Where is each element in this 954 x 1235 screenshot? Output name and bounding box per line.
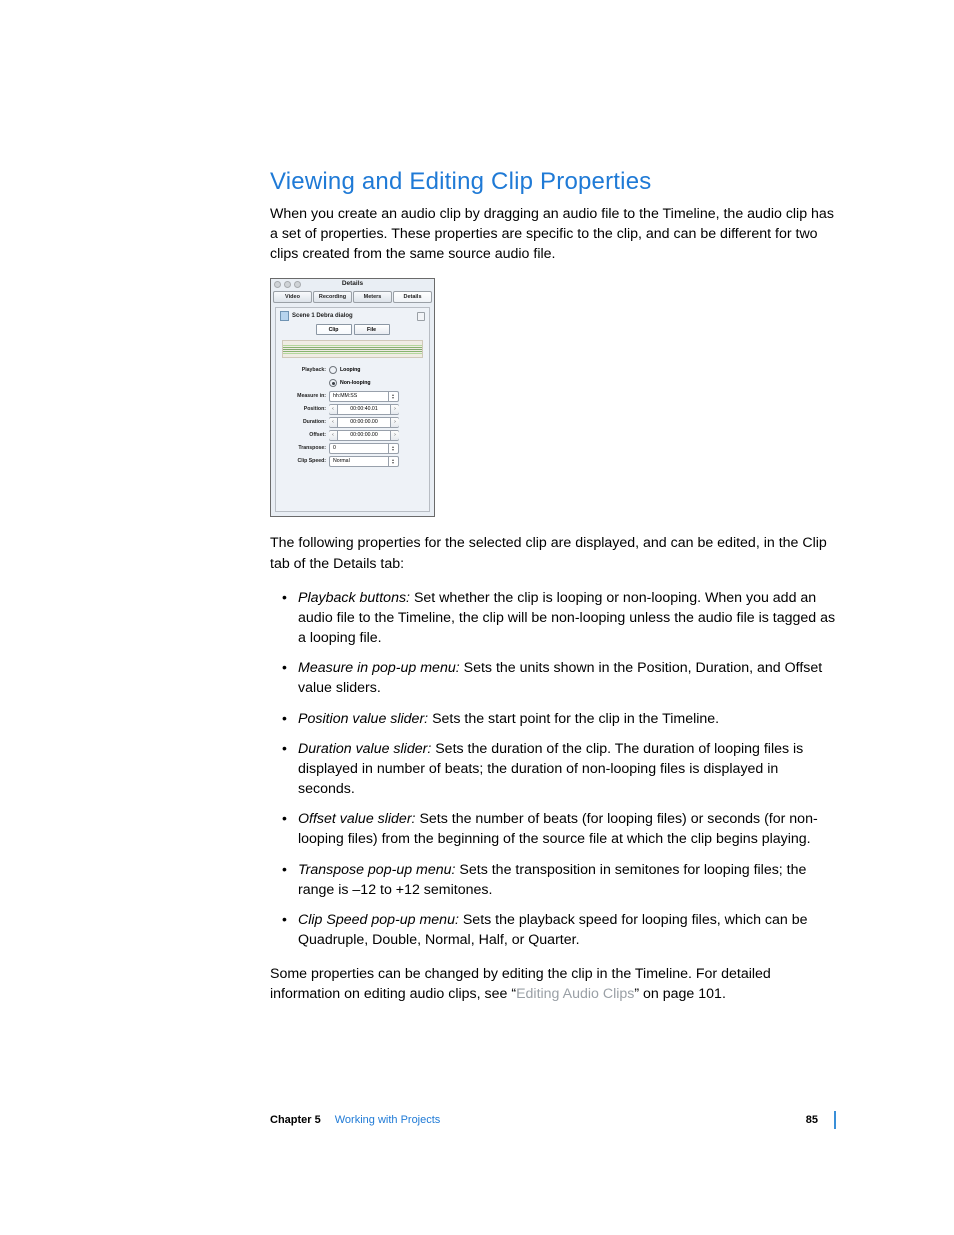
outro-paragraph: Some properties can be changed by editin… — [270, 964, 836, 1004]
label-clip-speed: Clip Speed: — [276, 458, 329, 464]
page-footer: Chapter 5 Working with Projects 85 — [270, 1111, 836, 1129]
list-item: Clip Speed pop-up menu: Sets the playbac… — [286, 910, 836, 950]
clip-name: Scene 1 Debra dialog — [280, 311, 353, 321]
waveform-preview — [282, 340, 423, 358]
top-tabs: Video Recording Meters Details — [273, 291, 432, 303]
lock-icon[interactable] — [417, 312, 425, 321]
label-playback: Playback: — [276, 367, 329, 373]
list-item: Offset value slider: Sets the number of … — [286, 809, 836, 849]
subtab-clip[interactable]: Clip — [316, 324, 352, 335]
footer-page-number: 85 — [806, 1114, 818, 1126]
offset-stepper[interactable]: 00:00:00.00 — [329, 430, 399, 441]
list-item: Transpose pop-up menu: Sets the transpos… — [286, 860, 836, 900]
sub-tabs: Clip File — [276, 324, 429, 335]
list-item: Playback buttons: Set whether the clip i… — [286, 588, 836, 648]
label-measure: Measure in: — [276, 393, 329, 399]
label-transpose: Transpose: — [276, 445, 329, 451]
panel-inner: Scene 1 Debra dialog Clip File Playback:… — [275, 307, 430, 512]
subtab-file[interactable]: File — [354, 324, 390, 335]
radio-looping[interactable] — [329, 366, 337, 374]
tab-meters[interactable]: Meters — [353, 291, 392, 303]
property-list: Playback buttons: Set whether the clip i… — [270, 588, 836, 950]
label-offset: Offset: — [276, 432, 329, 438]
tab-recording[interactable]: Recording — [313, 291, 352, 303]
clip-speed-select[interactable]: Normal▴▾ — [329, 456, 399, 467]
list-item: Position value slider: Sets the start po… — [286, 709, 836, 729]
clip-icon — [280, 311, 289, 321]
property-rows: Playback: Looping Non-looping Measure in… — [276, 364, 429, 468]
list-item: Duration value slider: Sets the duration… — [286, 739, 836, 799]
intro-paragraph: When you create an audio clip by draggin… — [270, 204, 836, 264]
section-heading: Viewing and Editing Clip Properties — [270, 168, 836, 196]
window-title: Details — [271, 280, 434, 287]
list-item: Measure in pop-up menu: Sets the units s… — [286, 658, 836, 698]
tab-details[interactable]: Details — [393, 291, 432, 303]
clip-name-text: Scene 1 Debra dialog — [292, 313, 353, 319]
footer-chapter-title: Working with Projects — [335, 1114, 441, 1126]
radio-non-looping-label: Non-looping — [340, 380, 371, 386]
position-stepper[interactable]: 00:00:40.01 — [329, 404, 399, 415]
document-page: Viewing and Editing Clip Properties When… — [0, 0, 954, 1235]
label-duration: Duration: — [276, 419, 329, 425]
transpose-select[interactable]: 0▴▾ — [329, 443, 399, 454]
footer-chapter: Chapter 5 — [270, 1114, 321, 1126]
lead-out-paragraph: The following properties for the selecte… — [270, 533, 836, 573]
radio-looping-label: Looping — [340, 367, 360, 373]
radio-non-looping[interactable] — [329, 379, 337, 387]
duration-stepper[interactable]: 00:00:00.00 — [329, 417, 399, 428]
details-panel-screenshot: Details Video Recording Meters Details S… — [270, 278, 435, 517]
measure-select[interactable]: hh:MM:SS▴▾ — [329, 391, 399, 402]
tab-video[interactable]: Video — [273, 291, 312, 303]
cross-ref-link[interactable]: Editing Audio Clips — [516, 986, 634, 1002]
label-position: Position: — [276, 406, 329, 412]
